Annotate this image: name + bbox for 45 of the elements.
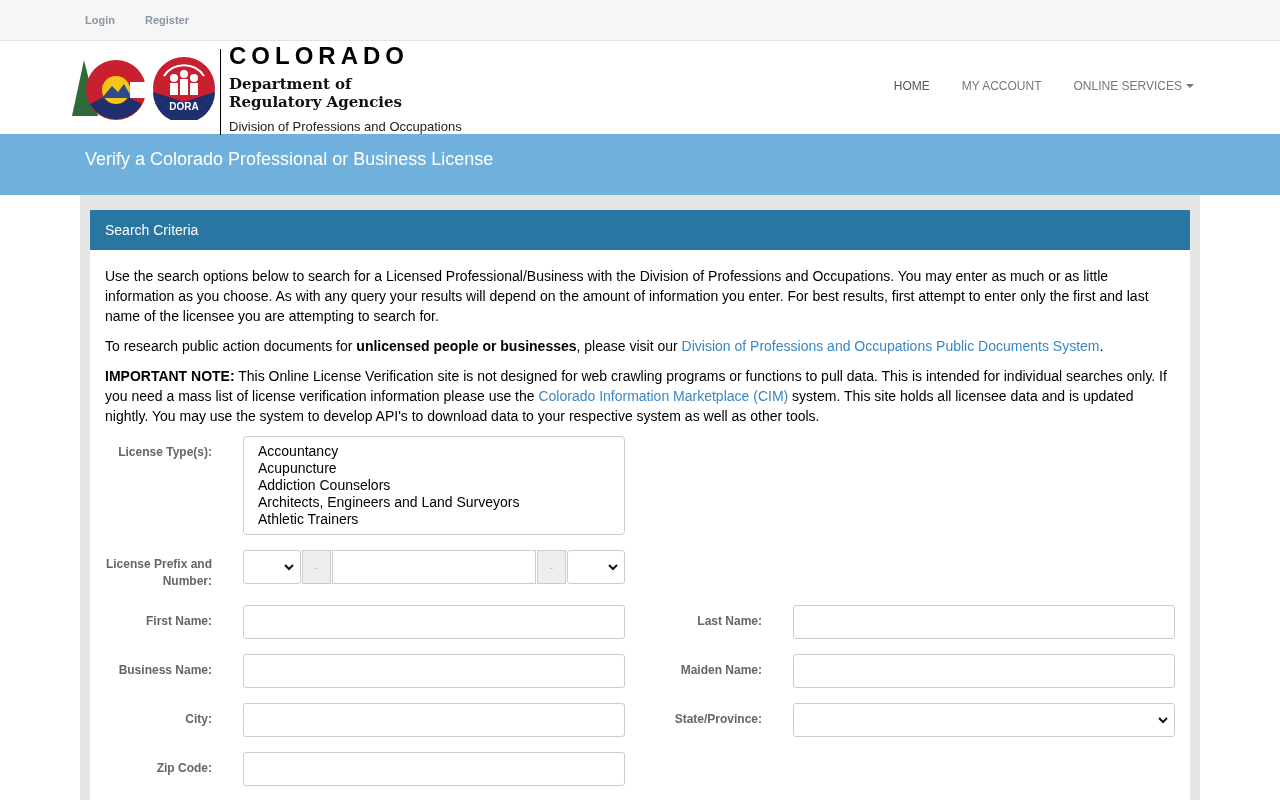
dropdown-field[interactable] <box>243 550 301 584</box>
nav-link[interactable]: ONLINE SERVICES <box>1073 76 1194 95</box>
panel-title: Search Criteria <box>105 220 199 240</box>
text-link[interactable]: Colorado Information Marketplace (CIM) <box>538 388 789 404</box>
chevron-down-icon <box>608 563 618 571</box>
paragraph-text: IMPORTANT NOTE: This Online License Verification site is not designed for web crawling programs or functions to pull data. This is intended for individual searches only. If you need a mass list of license verification information please use the Colorado Information Marketplace (CIM) system. This site holds all licensee data and is updated nightly. You may use the system to develop API's to download data to your respective system as well as other tools. <box>105 367 1168 426</box>
caret-icon <box>1186 83 1194 88</box>
logo-badge-text: DORA <box>169 100 199 112</box>
field-label: Zip Code: <box>155 760 212 777</box>
text-field[interactable] <box>793 605 1175 639</box>
list-option[interactable]: Acupuncture <box>258 460 624 477</box>
paragraph-text: Use the search options below to search for a Licensed Professional/Business with the Division of Professions and Occupations. You may enter as much or as little information as you choose. As with any query your results will depend on the amount of information you enter. For best results, first attempt to enter only the first and last name of the licensee you are attempting to search for. <box>105 267 1150 326</box>
nav-link[interactable]: HOME <box>893 76 930 95</box>
text-field[interactable] <box>243 703 625 737</box>
chevron-down-icon <box>1158 716 1168 724</box>
logo-state-title: COLORADO <box>229 42 410 69</box>
text-field[interactable] <box>243 752 625 786</box>
license-type-list[interactable]: Accountancy Acupuncture Addiction Counselors Architects, Engineers and Land Surveyors Athletic Trainers <box>243 436 625 535</box>
nav-link[interactable]: MY ACCOUNT <box>961 76 1042 95</box>
list-option[interactable]: Addiction Counselors <box>258 477 624 494</box>
field-label: Maiden Name: <box>679 662 762 679</box>
list-option[interactable]: Accountancy <box>258 443 624 460</box>
field-label: Last Name: <box>696 613 762 630</box>
list-option[interactable]: Architects, Engineers and Land Surveyors <box>258 494 624 511</box>
dora-logo-icon <box>152 55 216 120</box>
separator-addon: - <box>537 550 566 584</box>
field-label: License Prefix and Number: <box>104 556 212 590</box>
dropdown-field[interactable] <box>567 550 625 584</box>
field-label: City: <box>184 711 212 728</box>
text-field[interactable] <box>243 605 625 639</box>
list-option[interactable]: Athletic Trainers <box>258 511 624 528</box>
field-label: Business Name: <box>117 662 212 679</box>
license-number-field[interactable] <box>332 550 536 584</box>
field-label: State/Province: <box>673 711 762 728</box>
text-field[interactable] <box>793 654 1175 688</box>
field-label: First Name: <box>144 613 212 630</box>
text-field[interactable] <box>243 654 625 688</box>
dropdown-field[interactable] <box>793 703 1175 737</box>
separator-addon: - <box>302 550 331 584</box>
chevron-down-icon <box>284 563 294 571</box>
field-label: License Type(s): <box>117 444 212 461</box>
logo-department-name: Department of Regulatory Agencies <box>229 74 403 111</box>
page-title: Verify a Colorado Professional or Business License <box>85 148 494 171</box>
paragraph-text: To research public action documents for unlicensed people or businesses, please visit our Division of Professions and Occupations Public Documents System. <box>105 337 1105 356</box>
logo-division-name: Division of Professions and Occupations <box>229 118 462 135</box>
